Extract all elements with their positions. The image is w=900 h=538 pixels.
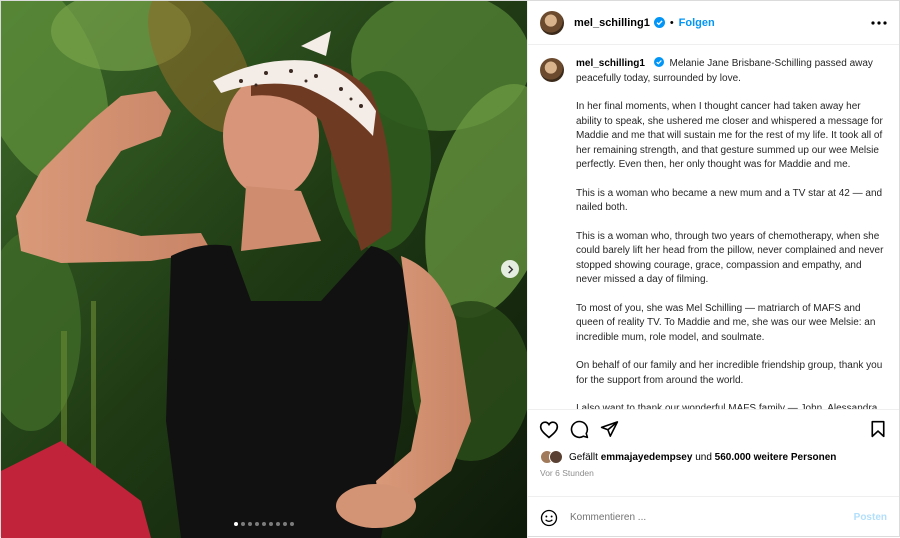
carousel-dot bbox=[262, 522, 266, 526]
caption-paragraph: This is a woman who, through two years o… bbox=[576, 230, 884, 286]
caption-text: mel_schilling1 Melanie Jane Brisbane-Sch… bbox=[576, 57, 887, 410]
verified-badge-icon bbox=[653, 57, 664, 67]
chevron-right-icon bbox=[506, 264, 515, 274]
carousel-dot bbox=[255, 522, 259, 526]
likes-summary: Gefällt emmajayedempsey und 560.000 weit… bbox=[528, 448, 899, 466]
caption-username[interactable]: mel_schilling1 bbox=[576, 58, 645, 69]
more-options-icon[interactable] bbox=[871, 20, 887, 25]
liker-username[interactable]: emmajayedempsey bbox=[601, 452, 693, 463]
caption-paragraph: In her final moments, when I thought can… bbox=[576, 101, 883, 170]
likes-count[interactable]: 560.000 weitere Personen bbox=[715, 452, 837, 463]
post-header: mel_schilling1 • Folgen bbox=[528, 1, 899, 45]
verified-badge-icon bbox=[653, 17, 665, 28]
carousel-dot bbox=[248, 522, 252, 526]
share-icon[interactable] bbox=[598, 418, 620, 440]
caption-paragraph: On behalf of our family and her incredib… bbox=[576, 360, 883, 386]
instagram-post: mel_schilling1 • Folgen mel_schilling1 M… bbox=[0, 0, 900, 538]
carousel-dot bbox=[269, 522, 273, 526]
action-bar bbox=[528, 410, 899, 448]
liker-avatars[interactable] bbox=[540, 450, 563, 464]
caption-paragraph: I also want to thank our wonderful MAFS … bbox=[576, 403, 881, 410]
emoji-icon[interactable] bbox=[540, 509, 558, 527]
caption-avatar[interactable] bbox=[540, 58, 564, 82]
header-username[interactable]: mel_schilling1 bbox=[574, 17, 650, 29]
comment-icon[interactable] bbox=[568, 418, 590, 440]
heart-icon[interactable] bbox=[538, 418, 560, 440]
post-media[interactable] bbox=[1, 1, 527, 538]
caption-section: mel_schilling1 Melanie Jane Brisbane-Sch… bbox=[528, 45, 899, 410]
likes-prefix: Gefällt bbox=[569, 451, 598, 463]
comment-composer: Posten bbox=[528, 496, 899, 538]
follow-button[interactable]: Folgen bbox=[679, 17, 715, 29]
carousel-dot bbox=[276, 522, 280, 526]
avatar[interactable] bbox=[540, 10, 564, 35]
caption: mel_schilling1 Melanie Jane Brisbane-Sch… bbox=[540, 57, 887, 410]
header-separator: • bbox=[669, 16, 674, 29]
comment-input[interactable] bbox=[570, 512, 854, 523]
likes-connector: und bbox=[695, 451, 712, 463]
caption-paragraph: To most of you, she was Mel Schilling — … bbox=[576, 302, 876, 343]
post-comment-button[interactable]: Posten bbox=[854, 512, 887, 523]
bookmark-icon[interactable] bbox=[867, 418, 889, 440]
carousel-indicator bbox=[1, 522, 527, 526]
carousel-dot bbox=[283, 522, 287, 526]
post-photo bbox=[1, 1, 527, 538]
post-sidebar: mel_schilling1 • Folgen mel_schilling1 M… bbox=[527, 1, 899, 538]
carousel-dot bbox=[290, 522, 294, 526]
post-timestamp[interactable]: Vor 6 Stunden bbox=[528, 466, 899, 482]
carousel-dot bbox=[241, 522, 245, 526]
carousel-next-button[interactable] bbox=[501, 260, 519, 278]
caption-paragraph: This is a woman who became a new mum and… bbox=[576, 187, 883, 214]
carousel-dot bbox=[234, 522, 238, 526]
